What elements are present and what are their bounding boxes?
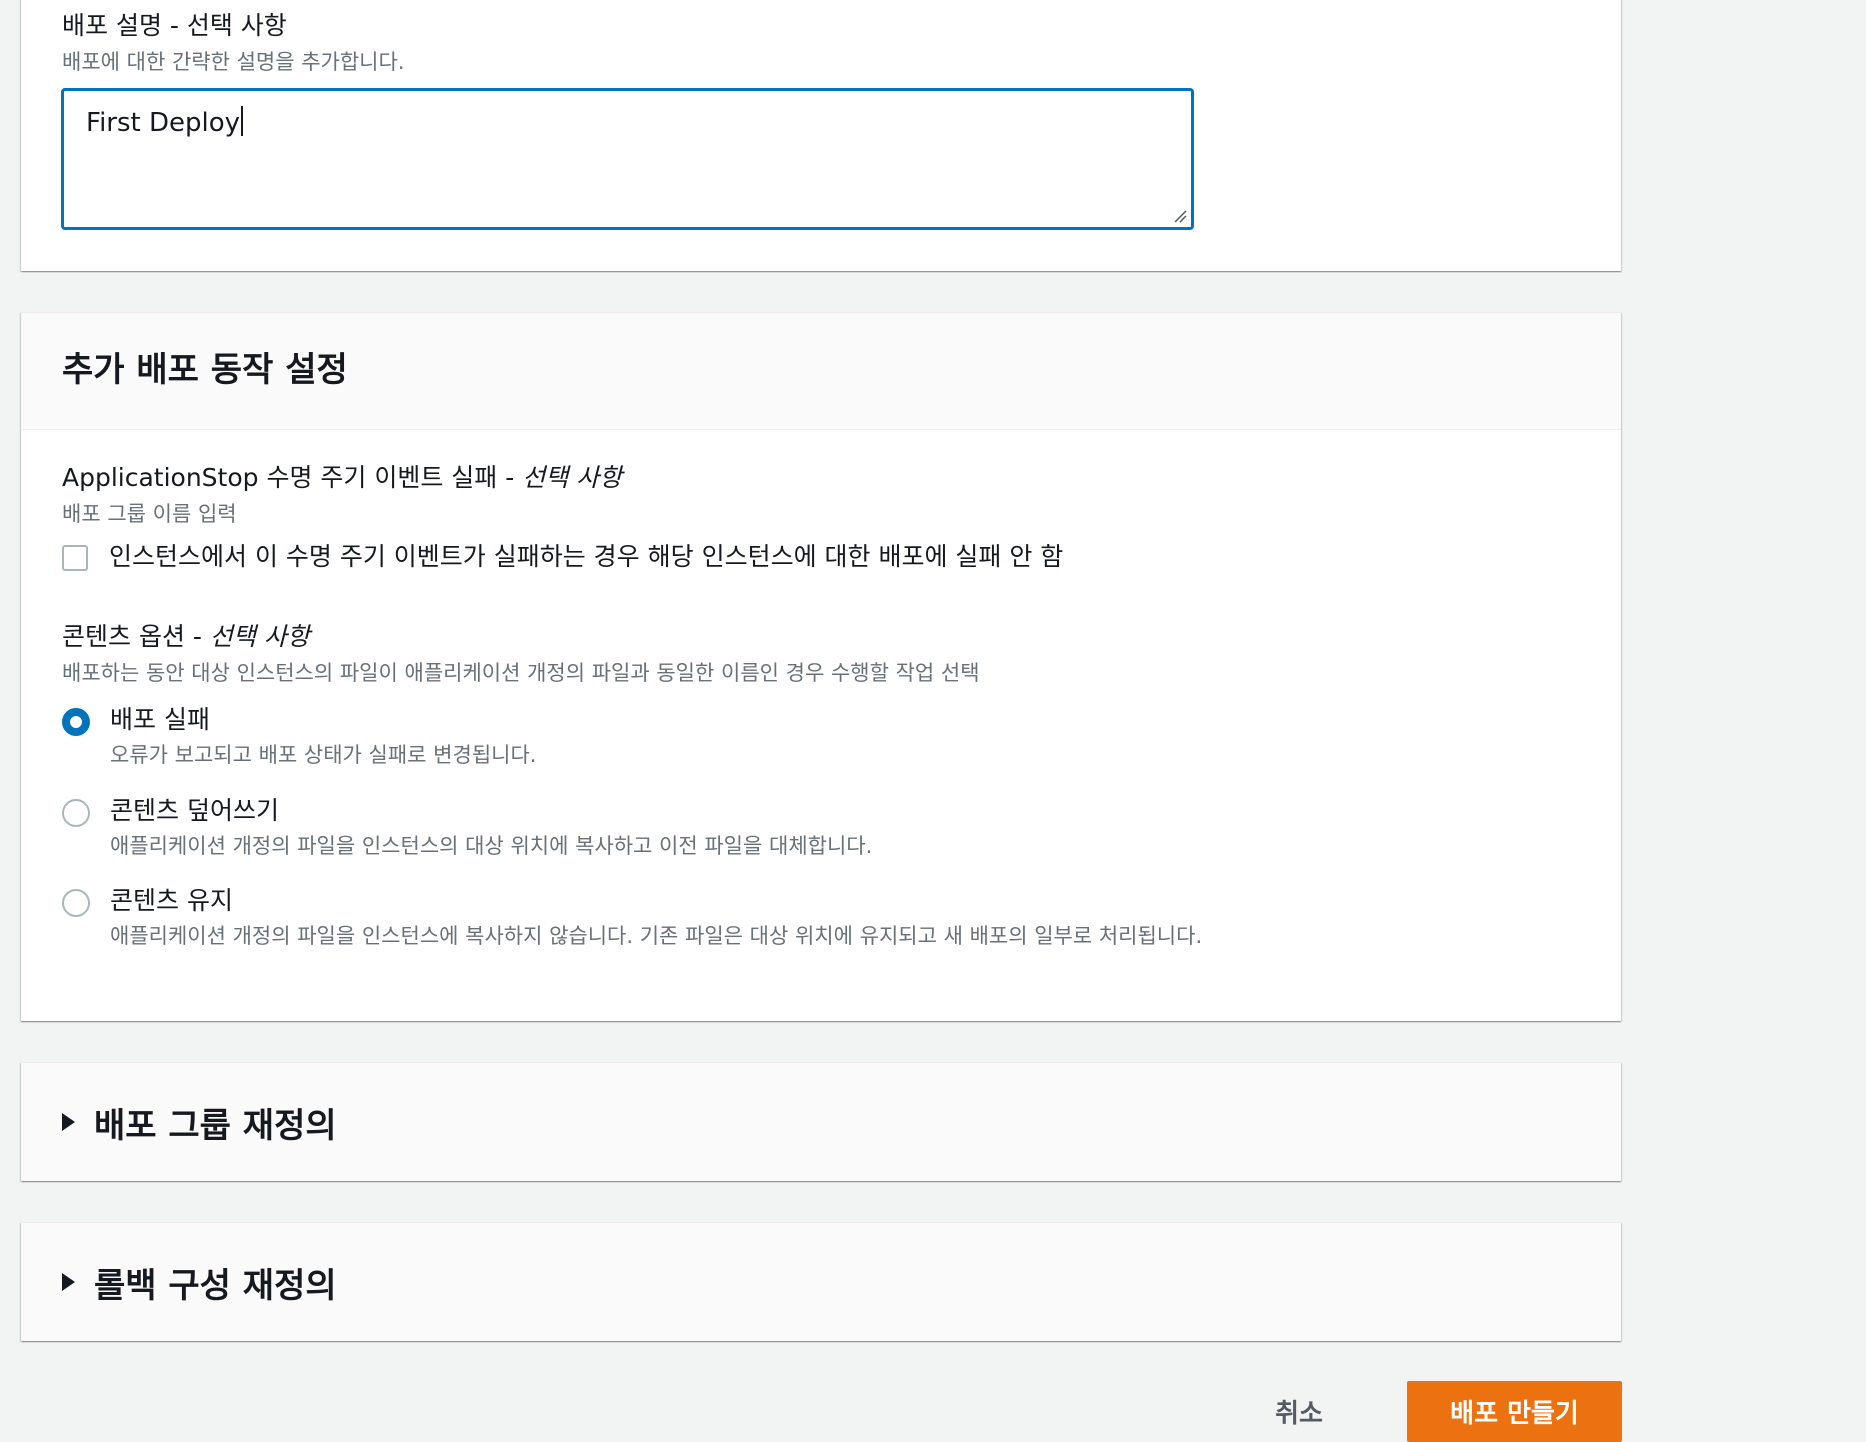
cancel-button[interactable]: 취소 (1244, 1383, 1354, 1439)
radio-overwrite-content-label[interactable]: 콘텐츠 덮어쓰기 (110, 795, 279, 827)
app-stop-label: ApplicationStop 수명 주기 이벤트 실패 - 선택 사항 (62, 462, 622, 494)
radio-fail-deployment[interactable] (62, 708, 90, 736)
deployment-group-override-title: 배포 그룹 재정의 (94, 1105, 337, 1146)
create-deployment-button[interactable]: 배포 만들기 (1407, 1381, 1622, 1442)
rollback-override-panel: 롤백 구성 재정의 (21, 1222, 1621, 1341)
content-options-label-optional: 선택 사항 (209, 622, 310, 651)
description-label: 배포 설명 - 선택 사항 (62, 11, 287, 40)
text-caret (241, 106, 244, 136)
resize-grip-icon[interactable] (1173, 209, 1187, 223)
app-stop-hint: 배포 그룹 이름 입력 (62, 502, 237, 526)
radio-overwrite-content-description: 애플리케이션 개정의 파일을 인스턴스의 대상 위치에 복사하고 이전 파일을 … (110, 834, 873, 858)
radio-overwrite-content[interactable] (62, 799, 90, 827)
description-panel: 배포 설명 - 선택 사항 배포에 대한 간략한 설명을 추가합니다. Firs… (21, 0, 1621, 271)
section-header: 추가 배포 동작 설정 (21, 313, 1621, 430)
rollback-override-title: 롤백 구성 재정의 (94, 1265, 337, 1306)
radio-retain-content-description: 애플리케이션 개정의 파일을 인스턴스에 복사하지 않습니다. 기존 파일은 대… (110, 924, 1203, 948)
content-options-hint: 배포하는 동안 대상 인스턴스의 파일이 애플리케이션 개정의 파일과 동일한 … (62, 661, 980, 685)
deployment-group-override-expander[interactable]: 배포 그룹 재정의 (35, 1097, 337, 1147)
content-options-label: 콘텐츠 옵션 - 선택 사항 (62, 621, 310, 653)
radio-retain-content[interactable] (62, 889, 90, 917)
caret-right-icon (62, 1113, 75, 1131)
description-textarea[interactable]: First Deploy (61, 88, 1194, 230)
app-stop-label-main: ApplicationStop 수명 주기 이벤트 실패 - (62, 463, 523, 492)
additional-settings-panel: 추가 배포 동작 설정 ApplicationStop 수명 주기 이벤트 실패… (21, 312, 1621, 1021)
caret-right-icon (62, 1273, 75, 1291)
rollback-override-expander[interactable]: 롤백 구성 재정의 (35, 1257, 337, 1307)
description-value: First Deploy (86, 108, 241, 138)
description-hint: 배포에 대한 간략한 설명을 추가합니다. (62, 50, 405, 74)
radio-retain-content-label[interactable]: 콘텐츠 유지 (110, 885, 233, 917)
deployment-group-override-panel: 배포 그룹 재정의 (21, 1062, 1621, 1181)
app-stop-label-optional: 선택 사항 (522, 463, 623, 492)
additional-settings-title: 추가 배포 동작 설정 (62, 350, 348, 390)
ignore-failure-checkbox-label[interactable]: 인스턴스에서 이 수명 주기 이벤트가 실패하는 경우 해당 인스턴스에 대한 … (109, 541, 1063, 573)
radio-fail-deployment-label[interactable]: 배포 실패 (110, 704, 210, 736)
radio-fail-deployment-description: 오류가 보고되고 배포 상태가 실패로 변경됩니다. (110, 743, 537, 767)
ignore-failure-checkbox[interactable] (62, 545, 88, 571)
content-options-label-main: 콘텐츠 옵션 - (62, 622, 210, 651)
description-textarea-text: First Deploy (86, 105, 244, 141)
